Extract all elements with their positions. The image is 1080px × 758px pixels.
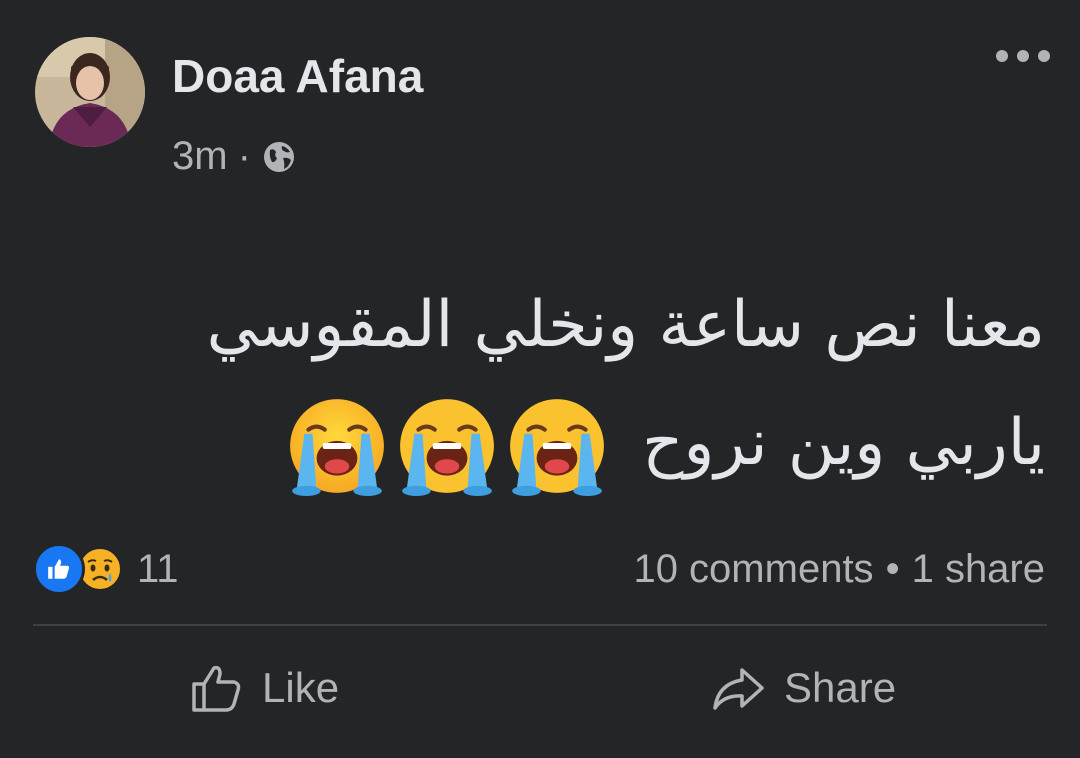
post-text-line-1: معنا نص ساعة ونخلي المقوسي	[206, 288, 1045, 362]
post-body: معنا نص ساعة ونخلي المقوسي ياربي وين نرو…	[40, 266, 1045, 502]
stats-separator: •	[885, 547, 900, 591]
like-button-label: Like	[262, 664, 340, 711]
comments-count-link[interactable]: 10 comments	[633, 547, 873, 591]
share-button-label: Share	[784, 664, 897, 711]
more-dot-icon	[1017, 50, 1029, 62]
shares-count-link[interactable]: 1 share	[912, 547, 1045, 591]
share-arrow-icon	[713, 668, 764, 710]
post-text-line-2: ياربي وين نروح	[40, 384, 1045, 502]
loudly-crying-face-icon	[400, 399, 495, 497]
avatar-image	[35, 37, 145, 147]
more-dot-icon	[996, 50, 1008, 62]
meta-separator: ·	[237, 134, 251, 178]
like-reaction-icon	[33, 543, 85, 595]
post-meta: 3m ·	[172, 132, 297, 180]
globe-icon[interactable]	[261, 138, 297, 174]
post-timestamp[interactable]: 3m	[172, 132, 228, 180]
like-button[interactable]: Like	[188, 650, 339, 726]
actions-divider	[33, 624, 1047, 626]
post-text-line-2-words: ياربي وين نروح	[642, 406, 1045, 480]
engagement-stats: 10 comments • 1 share	[633, 543, 1045, 595]
share-button[interactable]: Share	[710, 650, 896, 726]
crying-emoji-group	[282, 395, 612, 497]
more-options-button[interactable]	[996, 38, 1050, 74]
reaction-count: 11	[137, 546, 179, 591]
author-avatar[interactable]	[35, 37, 145, 147]
author-name[interactable]: Doaa Afana	[172, 48, 423, 104]
thumbs-up-icon	[192, 665, 241, 712]
loudly-crying-face-icon	[510, 399, 605, 497]
reactions-summary[interactable]: 11	[33, 543, 179, 595]
loudly-crying-face-icon	[290, 399, 385, 497]
more-dot-icon	[1038, 50, 1050, 62]
